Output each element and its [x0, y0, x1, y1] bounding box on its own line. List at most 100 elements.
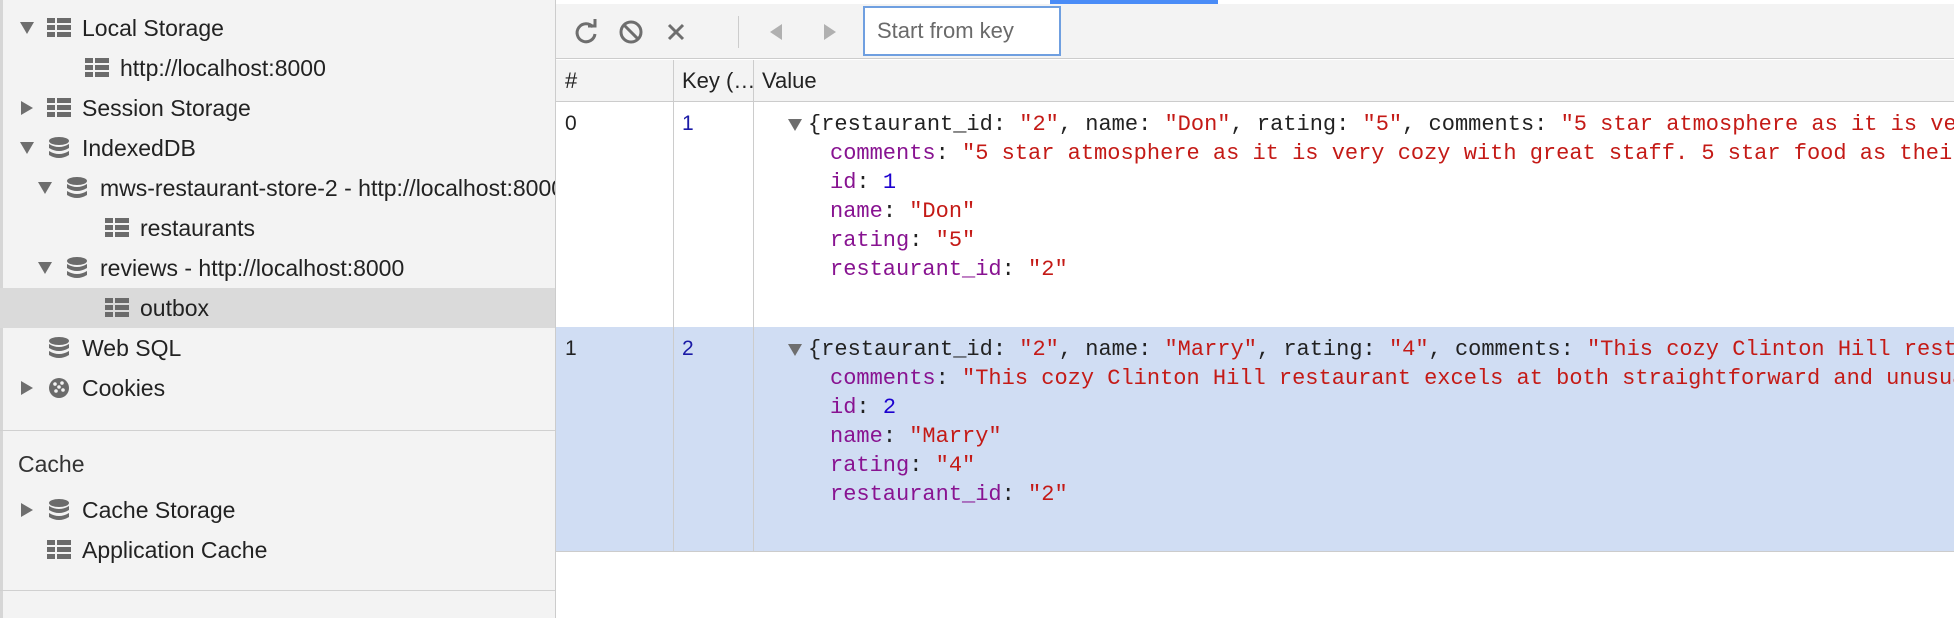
property-key: name	[830, 424, 883, 449]
tree-item-local-storage[interactable]: Local Storage	[0, 8, 555, 48]
comma: ,	[1058, 112, 1086, 137]
colon: :	[909, 453, 936, 478]
column-divider	[673, 60, 674, 552]
colon: :	[992, 112, 1020, 137]
triangle-down-icon	[20, 142, 34, 154]
database-icon	[49, 499, 69, 520]
property-value: "5"	[935, 228, 976, 253]
object-preview-text: {restaurant_id: "2", name: "Marry", rati…	[808, 337, 1954, 362]
expand-toggle[interactable]	[20, 21, 34, 35]
property-line: rating: "4"	[830, 453, 975, 478]
tree-item-cookies[interactable]: Cookies	[0, 368, 555, 408]
tree-item-label: Application Cache	[82, 536, 268, 563]
property-key: rating	[830, 228, 910, 253]
tree-item-session-storage[interactable]: Session Storage	[0, 88, 555, 128]
start-from-key-input[interactable]	[863, 6, 1061, 56]
property-value: "2"	[1028, 257, 1068, 282]
comma: ,	[1230, 112, 1257, 137]
column-header-index[interactable]: #	[556, 60, 673, 102]
property-key: id	[830, 170, 857, 195]
property-value: "This cozy Clinton Hill restaurant excel…	[962, 366, 1954, 391]
expand-toggle[interactable]	[20, 503, 34, 517]
tree-item-local-storage-localhost[interactable]: http://localhost:8000	[0, 48, 555, 88]
tree-item-web-sql[interactable]: Web SQL	[0, 328, 555, 368]
property-value: 1	[882, 170, 897, 195]
collapse-toggle-icon[interactable]	[788, 343, 802, 356]
preview-value: "Marry"	[1164, 337, 1257, 362]
expand-toggle[interactable]	[38, 181, 52, 195]
table-row[interactable]: 1 2 {restaurant_id: "2", name: "Marry", ra…	[556, 327, 1954, 552]
property-key: name	[830, 199, 883, 224]
tree-item-application-cache[interactable]: Application Cache	[0, 530, 555, 570]
colon: :	[1534, 112, 1561, 137]
refresh-button[interactable]	[568, 14, 604, 50]
column-header-key[interactable]: Key (…	[673, 60, 753, 102]
row-index: 1	[565, 337, 577, 360]
object-preview[interactable]: {restaurant_id: "2", name: "Marry", rati…	[788, 337, 1954, 362]
section-divider	[0, 430, 555, 431]
next-page-button[interactable]	[812, 14, 848, 50]
next-section-header-partial	[18, 602, 30, 618]
table-icon	[85, 58, 109, 77]
comma: ,	[1428, 337, 1455, 362]
tree-item-label: reviews - http://localhost:8000	[100, 254, 405, 281]
database-icon	[67, 177, 87, 198]
preview-key: name	[1085, 112, 1139, 137]
colon: :	[1001, 482, 1029, 507]
tree-item-label: Session Storage	[82, 94, 251, 121]
table-row[interactable]: 0 1 {restaurant_id: "2", name: "Don", rati…	[556, 102, 1954, 327]
clear-all-button[interactable]	[613, 14, 649, 50]
preview-value: "2"	[1019, 337, 1059, 362]
tree-item-reviews-db[interactable]: reviews - http://localhost:8000	[0, 248, 555, 288]
expand-toggle[interactable]	[20, 101, 34, 115]
triangle-right-icon	[21, 503, 33, 517]
tree-item-label: http://localhost:8000	[120, 54, 326, 81]
expand-toggle[interactable]	[20, 141, 34, 155]
property-value: "2"	[1028, 482, 1068, 507]
preview-value: "5 star atmosphere as it is very cozy wi…	[1560, 112, 1954, 137]
preview-value: "5"	[1362, 112, 1403, 137]
property-key: id	[830, 395, 857, 420]
table-icon	[47, 540, 71, 559]
triangle-down-icon	[38, 262, 52, 274]
grid-header: # Key (… Value	[556, 60, 1954, 102]
tree-item-outbox[interactable]: outbox	[0, 288, 555, 328]
tree-item-indexeddb[interactable]: IndexedDB	[0, 128, 555, 168]
colon: :	[1362, 337, 1389, 362]
colon: :	[992, 337, 1020, 362]
cache-section-header: Cache	[18, 451, 85, 477]
property-line: name: "Marry"	[830, 424, 1002, 449]
object-preview[interactable]: {restaurant_id: "2", name: "Don", rating…	[788, 112, 1954, 137]
delete-selected-button[interactable]	[658, 14, 694, 50]
tree-item-mws-restaurant-store[interactable]: mws-restaurant-store-2 - http://localhos…	[0, 168, 556, 208]
previous-page-button[interactable]	[758, 14, 794, 50]
tree-item-cache-storage[interactable]: Cache Storage	[0, 490, 555, 530]
collapse-toggle-icon[interactable]	[788, 118, 802, 131]
column-header-value[interactable]: Value	[753, 60, 1953, 102]
clear-all-icon	[619, 20, 643, 44]
comma: ,	[1402, 112, 1429, 137]
brace: {	[808, 337, 822, 362]
row-index: 0	[565, 112, 577, 135]
preview-value: "Don"	[1164, 112, 1231, 137]
expand-toggle[interactable]	[20, 381, 34, 395]
database-icon	[49, 137, 69, 158]
colon: :	[935, 141, 963, 166]
tree-item-label: Cache Storage	[82, 496, 236, 523]
tree-item-restaurants[interactable]: restaurants	[0, 208, 555, 248]
table-icon	[105, 218, 129, 237]
colon: :	[1138, 337, 1165, 362]
object-preview-text: {restaurant_id: "2", name: "Don", rating…	[808, 112, 1954, 137]
colon: :	[882, 424, 910, 449]
property-value: "5 star atmosphere as it is very cozy wi…	[962, 141, 1954, 166]
colon: :	[882, 199, 910, 224]
property-line: id: 2	[830, 395, 896, 420]
tree-item-label: Cookies	[82, 374, 166, 401]
property-key: comments	[830, 366, 936, 391]
expand-toggle[interactable]	[38, 261, 52, 275]
colon: :	[1560, 337, 1587, 362]
tree-item-label: mws-restaurant-store-2 - http://localhos…	[100, 174, 556, 201]
